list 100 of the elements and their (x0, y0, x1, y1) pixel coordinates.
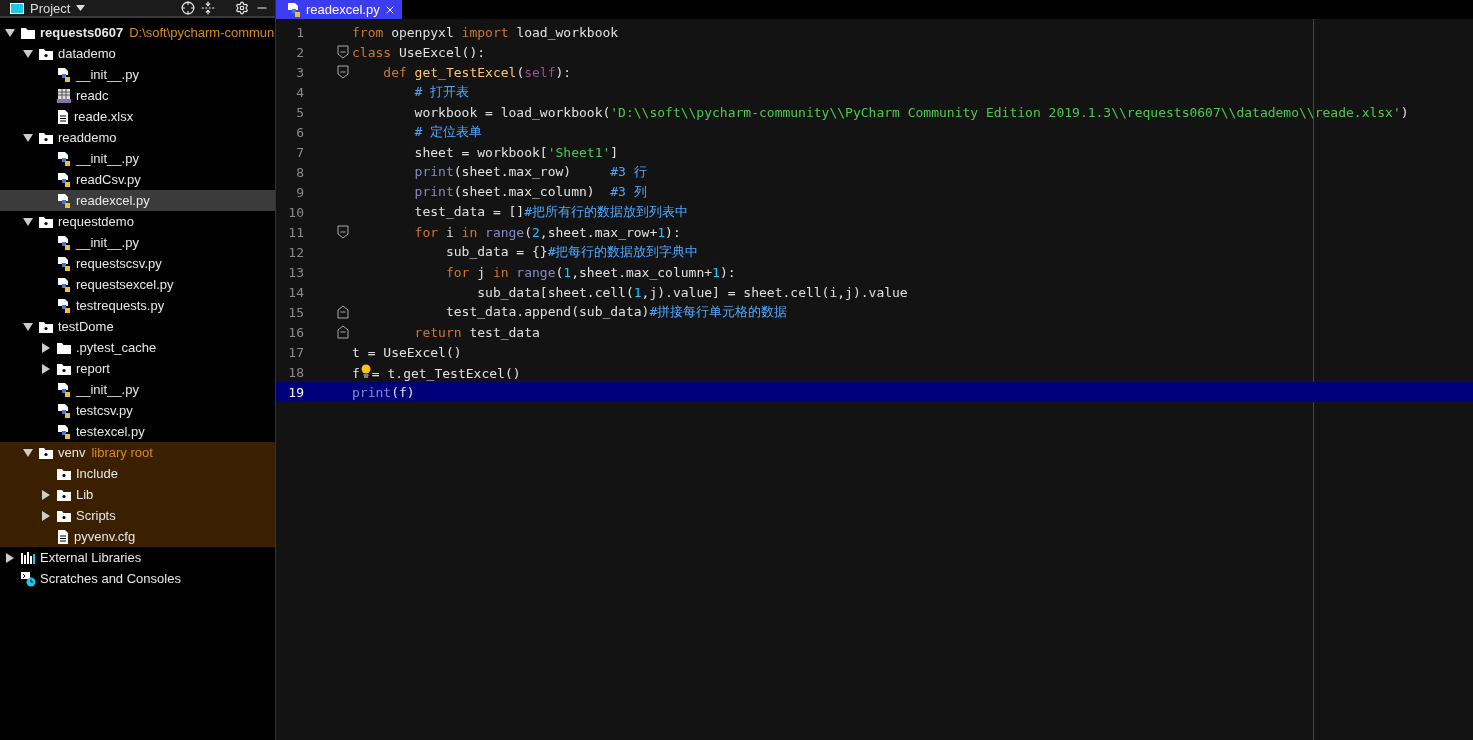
item-label: Scratches and Consoles (40, 571, 181, 586)
text-file-icon (56, 108, 70, 125)
tree-item[interactable]: Scratches and Consoles (0, 568, 275, 589)
tree-item[interactable]: requestscsv.py (0, 253, 275, 274)
editor-tab[interactable]: readexcel.py (276, 0, 402, 19)
expanded-arrow-icon[interactable] (23, 132, 33, 143)
tree-item[interactable]: reade.xlsx (0, 106, 275, 127)
settings-icon[interactable] (235, 1, 249, 15)
panel-title[interactable]: Project (30, 0, 71, 16)
code-text: # 定位表单 (413, 123, 483, 141)
line-number: 15 (287, 304, 304, 320)
expanded-arrow-icon[interactable] (23, 216, 33, 227)
folder-icon (20, 25, 36, 40)
tree-item[interactable]: report (0, 358, 275, 379)
python-file-icon (56, 150, 72, 167)
folder-icon (38, 130, 54, 145)
tree-item[interactable]: testDome (0, 316, 275, 337)
collapsed-arrow-icon[interactable] (41, 342, 51, 353)
collapsed-arrow-icon[interactable] (5, 552, 15, 563)
collapsed-arrow-icon[interactable] (41, 363, 51, 374)
tree-item[interactable]: __init__.py (0, 232, 275, 253)
tree-item[interactable]: .pytest_cache (0, 337, 275, 358)
folder-icon (38, 214, 54, 229)
code-text: print(sheet.max_column) #3 列 (413, 183, 647, 201)
item-hint: library root (91, 445, 153, 460)
code-text: class UseExcel(): (352, 44, 486, 60)
tree-item[interactable]: __init__.py (0, 148, 275, 169)
item-label: readexcel.py (76, 193, 150, 208)
locate-icon[interactable] (181, 1, 195, 15)
fold-marker-icon[interactable] (337, 45, 349, 59)
tree-item[interactable]: testrequests.py (0, 295, 275, 316)
expanded-arrow-icon[interactable] (5, 27, 15, 38)
item-label: External Libraries (40, 550, 142, 565)
item-label: readc (76, 88, 109, 103)
tree-item[interactable]: pyvenv.cfg (0, 526, 275, 547)
python-file-icon (56, 66, 72, 83)
collapse-icon[interactable] (201, 1, 215, 15)
item-label: testexcel.py (76, 424, 145, 439)
expanded-arrow-icon[interactable] (23, 447, 33, 458)
tree-item[interactable]: testcsv.py (0, 400, 275, 421)
tree-item[interactable]: Lib (0, 484, 275, 505)
python-file-icon (56, 297, 72, 314)
item-label: Include (76, 466, 118, 481)
expanded-arrow-icon[interactable] (23, 321, 33, 332)
code-text: t = UseExcel() (352, 344, 462, 360)
line-number: 18 (287, 364, 304, 380)
line-number: 9 (295, 184, 304, 200)
expanded-arrow-icon[interactable] (23, 48, 33, 59)
fold-marker-icon[interactable] (337, 305, 349, 319)
item-label: testcsv.py (76, 403, 133, 418)
collapsed-arrow-icon[interactable] (41, 510, 51, 521)
item-label: datademo (58, 46, 116, 61)
code-text: def get_TestExcel(self): (382, 64, 572, 80)
tree-item[interactable]: datademo (0, 43, 275, 64)
folder-icon (56, 487, 72, 502)
folder-icon (56, 466, 72, 481)
line-number: 13 (287, 264, 304, 280)
caret-icon[interactable] (76, 5, 86, 11)
tree-item[interactable]: readc (0, 85, 275, 106)
item-label: requestdemo (58, 214, 134, 229)
tree-item[interactable]: readCsv.py (0, 169, 275, 190)
collapsed-arrow-icon[interactable] (41, 489, 51, 500)
fold-marker-icon[interactable] (337, 65, 349, 79)
python-file-icon (56, 171, 72, 188)
tree-item[interactable]: __init__.py (0, 379, 275, 400)
tree-item[interactable]: readexcel.py (0, 190, 275, 211)
tree-item[interactable]: requestdemo (0, 211, 275, 232)
python-file-icon (56, 192, 72, 209)
scratches-icon (20, 570, 36, 587)
python-file-icon (286, 1, 302, 18)
fold-marker-icon[interactable] (337, 325, 349, 339)
item-label: reade.xlsx (74, 109, 134, 124)
python-file-icon (56, 381, 72, 398)
line-number: 10 (287, 204, 304, 220)
item-label: requestsexcel.py (76, 277, 174, 292)
tree-item[interactable]: requestsexcel.py (0, 274, 275, 295)
folder-icon (38, 319, 54, 334)
tree-item[interactable]: Scripts (0, 505, 275, 526)
tree-item[interactable]: requests0607 D:\soft\pycharm-commun (0, 22, 275, 43)
item-label: __init__.py (76, 382, 139, 397)
line-number: 7 (295, 144, 304, 160)
code-text: sheet = workbook['Sheet1'] (413, 144, 619, 160)
item-label: .pytest_cache (76, 340, 157, 355)
fold-marker-icon[interactable] (337, 225, 349, 239)
lightbulb-icon[interactable] (359, 363, 372, 378)
tree-item[interactable]: readdemo (0, 127, 275, 148)
tree-item[interactable]: __init__.py (0, 64, 275, 85)
item-label: readdemo (58, 130, 117, 145)
code-text: return test_data (413, 324, 540, 340)
code-text: workbook = load_workbook('D:\\soft\\pycharm-community\\PyCharm Community Edition 2019.1.3\\requests0607\\datademo\\reade.xlsx') (413, 104, 1409, 120)
tree-item[interactable]: External Libraries (0, 547, 275, 568)
code-text: for i in range(2,sheet.max_row+1): (413, 224, 681, 240)
code-text: sub_data[sheet.cell(1,j).value] = sheet.cell(i,j).value (476, 284, 908, 300)
tree-item[interactable]: venv library root (0, 442, 275, 463)
item-label: __init__.py (76, 67, 139, 82)
line-number: 2 (295, 44, 304, 60)
tree-item[interactable]: Include (0, 463, 275, 484)
tree-item[interactable]: testexcel.py (0, 421, 275, 442)
item-label: pyvenv.cfg (74, 529, 136, 544)
code-text: # 打开表 (413, 83, 470, 101)
